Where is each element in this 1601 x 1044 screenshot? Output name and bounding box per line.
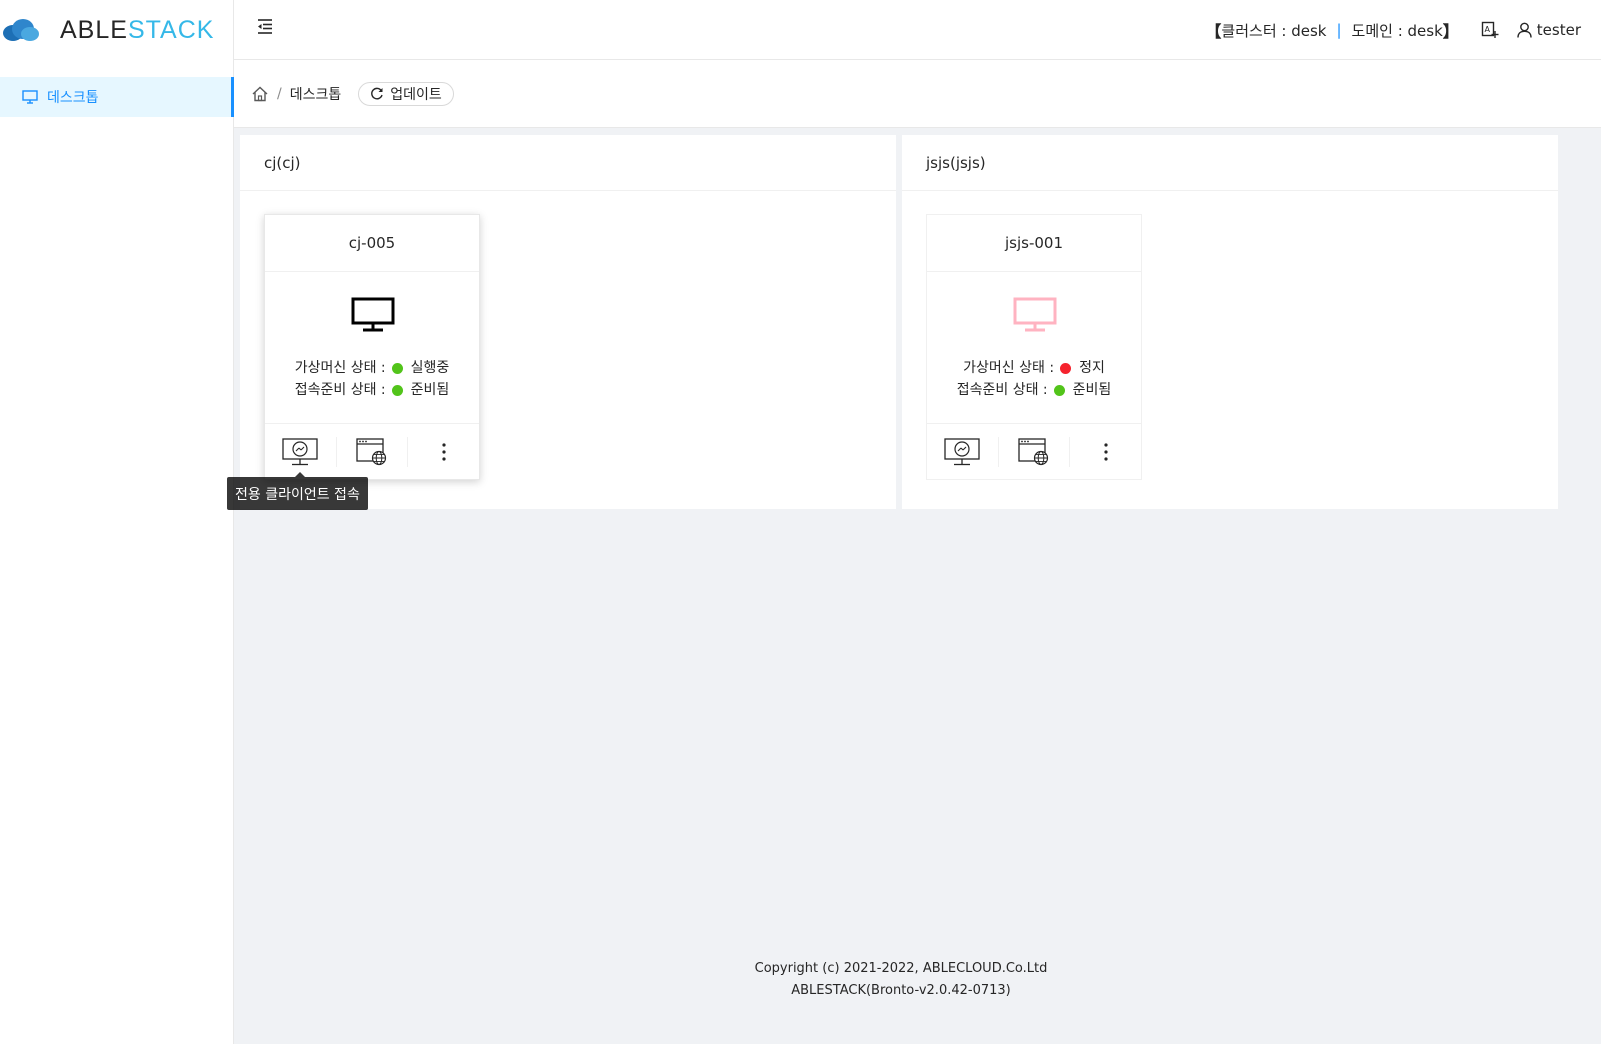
home-link[interactable] [251,85,269,103]
vm-card-body: 가상머신 상태 : 실행중 접속준비 상태 : 준비됨 [265,272,479,424]
home-icon [252,86,268,101]
menu-fold-icon [258,19,272,34]
update-label: 업데이트 [390,86,442,103]
remote-desktop-icon [944,438,980,466]
desktop-icon [1013,297,1057,332]
sidebar: ABLESTACK 데스크톱 [0,0,234,1044]
conn-state-label: 접속준비 상태 : [956,382,1048,398]
translate-button[interactable]: A [1481,21,1499,39]
status-dot-green [391,384,403,396]
status-dot-red [1060,362,1072,374]
conn-state-value: 준비됨 [410,382,450,398]
vm-state-label: 가상머신 상태 : [963,360,1055,376]
more-options-button[interactable] [408,437,479,467]
conn-state-label: 접속준비 상태 : [294,382,386,398]
copyright-text: Copyright (c) 2021-2022, ABLECLOUD.Co.Lt… [754,961,1048,976]
conn-state-row: 접속준비 상태 : 준비됨 [927,379,1141,401]
cluster-domain-info: 【 클러스터 : desk | 도메인 : desk 】 [1205,18,1458,42]
update-button[interactable]: 업데이트 [358,81,454,106]
vm-card-cj-005[interactable]: cj-005 가상머신 상태 : 실행중 접속준비 상태 : 준비됨 [264,214,480,480]
menu-fold-button[interactable] [256,17,276,37]
browser-globe-icon [356,438,387,466]
breadcrumb: / 데스크톱 업데이트 [234,60,1601,128]
breadcrumb-separator: / [277,85,282,102]
domain-label: 도메인 : desk [1351,21,1443,40]
desktop-icon [351,297,395,332]
vm-card-jsjs-001[interactable]: jsjs-001 가상머신 상태 : 정지 접속준비 상태 : 준비됨 [926,214,1142,480]
group-title: cj(cj) [240,135,896,191]
cluster-label: 클러스터 : desk [1221,21,1327,40]
desktop-icon [22,90,38,104]
client-connect-button[interactable] [927,437,999,467]
user-menu[interactable]: tester [1517,21,1581,39]
reload-icon [371,87,383,99]
header-right: 【 클러스터 : desk | 도메인 : desk 】 A tester [1205,0,1581,60]
vm-card-actions [927,424,1141,480]
more-options-button[interactable] [1070,437,1141,467]
version-text: ABLESTACK(Bronto-v2.0.42-0713) [791,983,1011,998]
bracket-open: 【 [1205,22,1222,41]
remote-desktop-icon [282,438,318,466]
tooltip: 전용 클라이언트 접속 [227,477,368,510]
conn-state-row: 접속준비 상태 : 준비됨 [265,379,479,401]
vm-state-row: 가상머신 상태 : 정지 [927,357,1141,379]
footer: Copyright (c) 2021-2022, ABLECLOUD.Co.Lt… [234,958,1568,1002]
top-header: 【 클러스터 : desk | 도메인 : desk 】 A tester [234,0,1601,60]
conn-state-value: 준비됨 [1072,382,1112,398]
group-title: jsjs(jsjs) [902,135,1558,191]
breadcrumb-current: 데스크톱 [289,86,342,103]
cloud-logo-icon [3,19,39,41]
translate-icon: A [1481,21,1499,38]
logo[interactable]: ABLESTACK [0,0,233,60]
status-dot-green [391,362,403,374]
brand-name: ABLESTACK [60,15,215,44]
browser-globe-icon [1018,438,1049,466]
more-vertical-icon [1104,443,1108,461]
vm-card-body: 가상머신 상태 : 정지 접속준비 상태 : 준비됨 [927,272,1141,424]
svg-text:A: A [1484,25,1490,34]
vm-status: 가상머신 상태 : 정지 접속준비 상태 : 준비됨 [927,357,1141,401]
vm-name: jsjs-001 [927,215,1141,272]
sidebar-item-label: 데스크톱 [47,90,99,106]
vm-state-label: 가상머신 상태 : [294,360,386,376]
vm-state-value: 실행중 [410,360,450,376]
status-dot-green [1053,384,1065,396]
client-connect-button[interactable] [265,437,337,467]
username: tester [1536,21,1581,39]
sidebar-item-desktop[interactable]: 데스크톱 [0,77,234,117]
vm-status: 가상머신 상태 : 실행중 접속준비 상태 : 준비됨 [265,357,479,401]
user-icon [1517,22,1532,38]
vm-state-value: 정지 [1079,360,1105,376]
separator: | [1336,21,1342,39]
vm-name: cj-005 [265,215,479,272]
more-vertical-icon [442,443,446,461]
bracket-close: 】 [1442,22,1459,41]
web-connect-button[interactable] [337,437,409,467]
vm-state-row: 가상머신 상태 : 실행중 [265,357,479,379]
web-connect-button[interactable] [999,437,1071,467]
